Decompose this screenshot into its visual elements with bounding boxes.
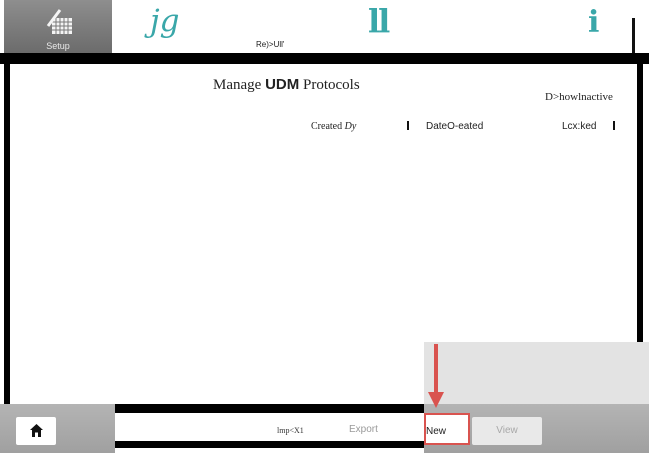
created-prefix: Created bbox=[311, 121, 343, 132]
show-inactive-toggle[interactable]: D>howlnactive bbox=[545, 91, 613, 103]
gray-panel bbox=[424, 342, 649, 404]
top-divider-bar bbox=[0, 53, 649, 64]
setup-tab[interactable]: Setup bbox=[4, 0, 112, 58]
new-button[interactable]: New bbox=[424, 413, 470, 445]
frame-left-border bbox=[4, 64, 10, 404]
title-bold: UDM bbox=[265, 76, 300, 93]
column-separator bbox=[407, 121, 409, 130]
grid-plate-icon bbox=[46, 9, 72, 34]
import-button[interactable]: lmp<X1 bbox=[277, 426, 304, 435]
column-header-date-created[interactable]: DateO-eated bbox=[426, 121, 483, 132]
info-icon[interactable]: i bbox=[588, 5, 599, 40]
created-suffix: Dy bbox=[344, 121, 357, 132]
home-button[interactable] bbox=[16, 417, 56, 445]
view-label: View bbox=[496, 425, 518, 436]
red-arrow-indicator bbox=[428, 344, 444, 408]
column-header-created-by[interactable]: Created Dy bbox=[311, 121, 356, 132]
title-prefix: Manage bbox=[213, 77, 262, 93]
top-icon-1[interactable]: jg bbox=[150, 3, 179, 39]
page-title: Manage UDM Protocols bbox=[213, 76, 360, 94]
view-button[interactable]: View bbox=[472, 417, 542, 445]
home-icon bbox=[30, 424, 43, 437]
divider bbox=[632, 18, 635, 58]
setup-label: Setup bbox=[46, 41, 70, 51]
top-icon-2[interactable]: ll bbox=[368, 2, 390, 40]
title-suffix: Protocols bbox=[302, 77, 360, 93]
strip-top-bar bbox=[115, 404, 424, 413]
strip-bottom-bar bbox=[115, 441, 424, 448]
report-label: Re)>Ull' bbox=[256, 40, 285, 49]
new-label: New bbox=[426, 426, 447, 437]
export-button[interactable]: Export bbox=[349, 424, 378, 435]
column-header-locked[interactable]: Lcx:ked bbox=[562, 121, 596, 132]
column-separator bbox=[613, 121, 615, 130]
